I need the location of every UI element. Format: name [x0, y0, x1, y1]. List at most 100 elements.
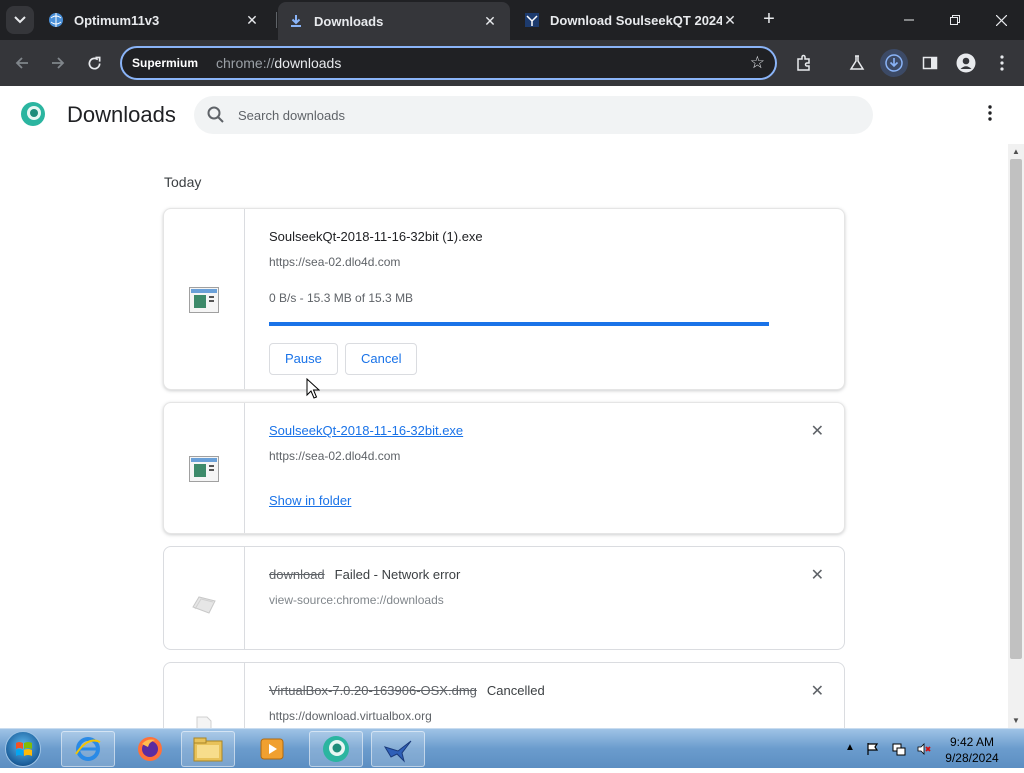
close-icon: [995, 14, 1007, 26]
download-icon: [288, 13, 304, 29]
extensions-button[interactable]: [790, 49, 818, 77]
taskbar-clock[interactable]: 9:42 AM 9/28/2024: [936, 734, 1008, 766]
taskbar-firefox[interactable]: [123, 731, 177, 767]
new-tab-button[interactable]: +: [758, 8, 780, 30]
page-scrollbar[interactable]: ▲ ▼: [1008, 144, 1024, 728]
progress-bar: [269, 322, 769, 326]
puzzle-icon: [797, 54, 810, 71]
minimize-icon: [904, 19, 914, 21]
internet-explorer-icon: [75, 737, 101, 761]
labs-button[interactable]: [843, 49, 871, 77]
progress-text: 0 B/s - 15.3 MB of 15.3 MB: [269, 291, 414, 305]
supermium-logo-icon: [21, 102, 45, 126]
action-center-flag-icon[interactable]: [866, 742, 880, 756]
file-source-url[interactable]: https://download.virtualbox.org: [269, 709, 432, 723]
download-item: SoulseekQt-2018-11-16-32bit.exe https://…: [163, 402, 845, 534]
side-panel-icon: [922, 56, 938, 70]
taskbar-media-player[interactable]: [245, 731, 299, 767]
address-bar[interactable]: Supermium chrome://downloads ☆: [120, 46, 777, 80]
downloads-menu-button[interactable]: [978, 101, 1002, 129]
exe-file-icon: [189, 456, 219, 482]
scroll-down-icon[interactable]: ▼: [1012, 716, 1020, 725]
search-input[interactable]: [238, 107, 838, 123]
url-path: downloads: [274, 55, 342, 71]
browser-chip: Supermium: [128, 52, 203, 74]
taskbar-internet-explorer[interactable]: [61, 731, 115, 767]
close-tab-icon[interactable]: ✕: [244, 12, 260, 29]
download-item: VirtualBox-7.0.20-163906-OSX.dmg Cancelle…: [163, 662, 845, 728]
more-vert-icon: [1000, 55, 1004, 71]
arrow-right-icon: [52, 57, 65, 69]
file-icon-column: [164, 209, 245, 389]
start-button[interactable]: [5, 731, 41, 767]
tab-optimum[interactable]: Optimum11v3 ✕: [44, 0, 272, 40]
taskbar-bird-app[interactable]: [371, 731, 425, 767]
file-source-url[interactable]: https://sea-02.dlo4d.com: [269, 255, 400, 269]
download-circle-icon: [885, 54, 903, 72]
volume-muted-icon[interactable]: [917, 742, 931, 756]
close-tab-icon[interactable]: ✕: [482, 13, 498, 30]
minimize-button[interactable]: [886, 0, 932, 40]
forward-button[interactable]: [44, 49, 72, 77]
search-box[interactable]: [194, 96, 873, 134]
windows-logo-icon: [16, 742, 32, 756]
side-panel-button[interactable]: [916, 49, 944, 77]
remove-item-icon[interactable]: ✕: [811, 681, 824, 701]
back-button[interactable]: [8, 49, 36, 77]
tab-strip: Optimum11v3 ✕ Downloads ✕ Download Souls…: [0, 0, 1024, 40]
download-status: Failed - Network error: [334, 567, 461, 582]
network-icon[interactable]: [892, 742, 906, 756]
tab-downloads[interactable]: Downloads ✕: [278, 2, 510, 40]
more-vert-icon: [988, 105, 992, 121]
date-header: Today: [164, 174, 202, 190]
remove-item-icon[interactable]: ✕: [811, 565, 824, 585]
browser-toolbar: Supermium chrome://downloads ☆: [0, 40, 1024, 86]
file-name-wrap: download Failed - Network error: [269, 567, 460, 582]
downloads-button[interactable]: [880, 49, 908, 77]
taskbar-file-explorer[interactable]: [181, 731, 235, 767]
downloads-list: Today SoulseekQt-2018-11-16-32bit (1).ex…: [0, 144, 1008, 728]
pause-button[interactable]: Pause: [269, 343, 338, 375]
file-name-link[interactable]: SoulseekQt-2018-11-16-32bit.exe: [269, 423, 463, 438]
file-name-wrap: VirtualBox-7.0.20-163906-OSX.dmg Cancelle…: [269, 683, 545, 698]
bookmark-star-icon[interactable]: ☆: [750, 53, 765, 73]
download-status: Cancelled: [486, 683, 545, 698]
close-window-button[interactable]: [978, 0, 1024, 40]
browser-menu-button[interactable]: [988, 49, 1016, 77]
file-name: VirtualBox-7.0.20-163906-OSX.dmg: [269, 683, 477, 698]
restore-button[interactable]: [932, 0, 978, 40]
reload-button[interactable]: [80, 49, 108, 77]
exe-file-icon: [189, 287, 219, 313]
show-hidden-icons-icon[interactable]: ▲: [845, 742, 859, 756]
generic-file-icon: [196, 716, 212, 728]
scroll-up-icon[interactable]: ▲: [1012, 147, 1020, 156]
tab-title: Downloads: [314, 13, 384, 29]
tab-title: Optimum11v3: [74, 12, 160, 28]
download-item: download Failed - Network error view-sour…: [163, 546, 845, 650]
reload-icon: [88, 56, 101, 69]
arrow-left-icon: [15, 57, 28, 69]
file-name: download: [269, 567, 325, 582]
tab-soulseek[interactable]: Download SoulseekQT 2024.2 ✕: [518, 0, 750, 40]
file-source-url[interactable]: https://sea-02.dlo4d.com: [269, 449, 400, 463]
folder-icon: [193, 737, 223, 762]
file-source-url[interactable]: view-source:chrome://downloads: [269, 593, 444, 607]
taskbar-supermium[interactable]: [309, 731, 363, 767]
bird-icon: [383, 740, 412, 763]
tab-search-button[interactable]: [6, 6, 34, 34]
profile-button[interactable]: [952, 49, 980, 77]
close-tab-icon[interactable]: ✕: [722, 12, 738, 29]
globe-icon: [48, 12, 64, 28]
remove-item-icon[interactable]: ✕: [811, 421, 824, 441]
show-in-folder-link[interactable]: Show in folder: [269, 493, 351, 508]
downloads-header: Downloads: [0, 86, 1024, 144]
clock-date: 9/28/2024: [945, 751, 999, 765]
scrollbar-thumb[interactable]: [1010, 159, 1022, 659]
page-title: Downloads: [67, 102, 176, 127]
url-text[interactable]: chrome://downloads: [216, 55, 341, 71]
tab-divider: [276, 12, 277, 28]
search-icon: [207, 106, 224, 123]
windows-taskbar: ▲ 9:42 AM 9/28/2024: [0, 728, 1024, 768]
flask-icon: [849, 55, 865, 70]
cancel-button[interactable]: Cancel: [345, 343, 418, 375]
